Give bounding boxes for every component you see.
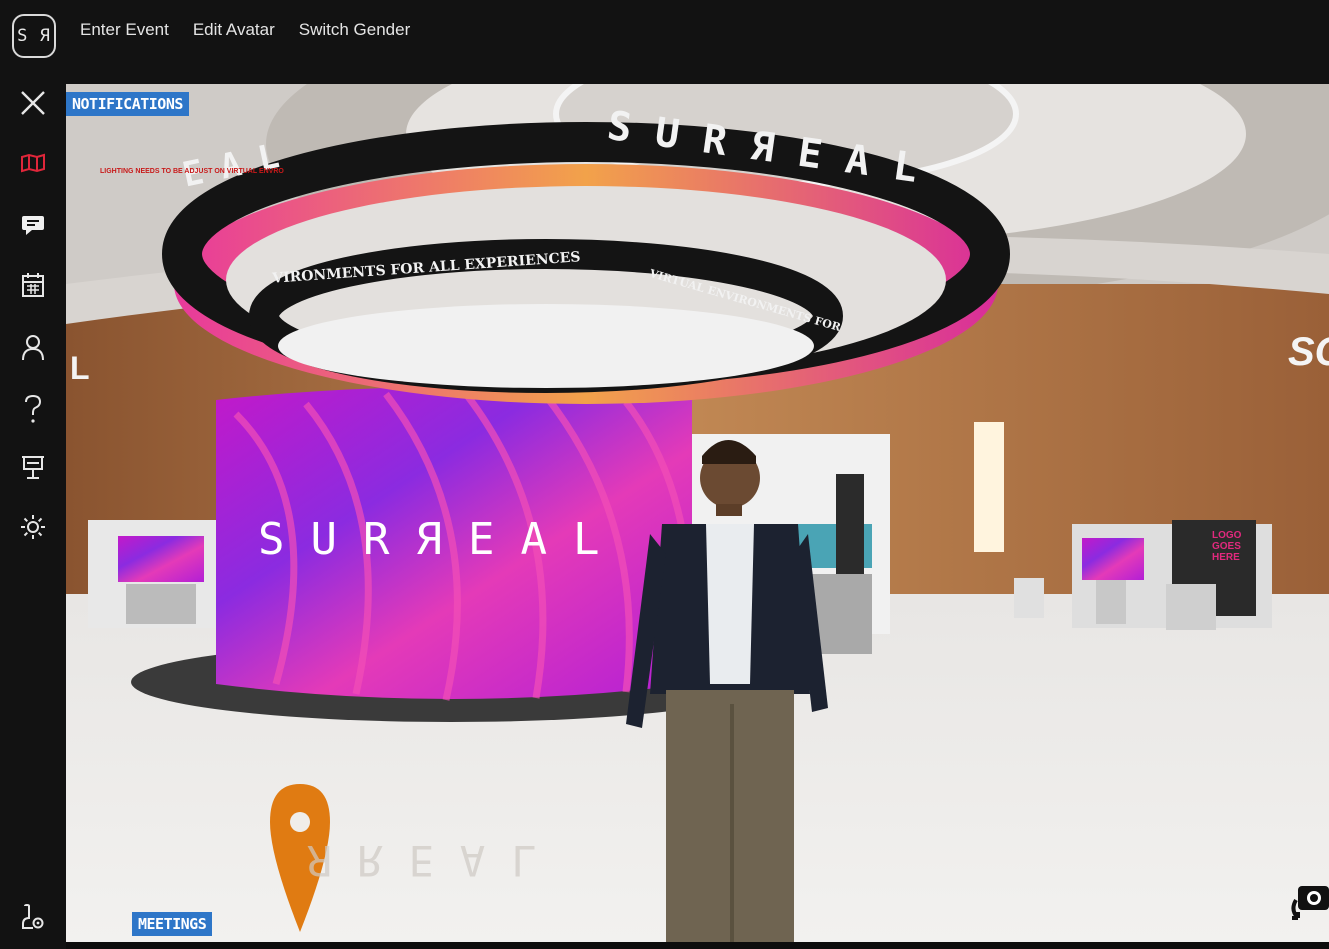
scene-render: [66, 84, 1329, 942]
user-icon[interactable]: [14, 330, 52, 364]
floor-reflection-text: ЯREAL: [306, 836, 563, 885]
switch-gender-button[interactable]: Switch Gender: [299, 20, 411, 40]
right-wall-text: SC: [1288, 330, 1329, 374]
close-icon[interactable]: [14, 86, 52, 120]
app-logo[interactable]: S Я: [12, 14, 56, 58]
sidebar: [0, 84, 66, 949]
enter-event-button[interactable]: Enter Event: [80, 20, 169, 40]
notification-ticker: LIGHTING NEEDS TO BE ADJUST ON VIRTUAL E…: [100, 168, 284, 175]
brightness-icon[interactable]: [14, 510, 52, 544]
camera-icon[interactable]: [1288, 880, 1329, 926]
left-wall-text: L: [70, 350, 90, 386]
meetings-tab[interactable]: MEETINGS: [132, 912, 213, 936]
settings-user-icon[interactable]: [14, 900, 52, 934]
notifications-tab[interactable]: NOTIFICATIONS: [66, 92, 189, 116]
booth-logo-text: LOGO GOES HERE: [1212, 530, 1242, 563]
map-icon[interactable]: [14, 146, 52, 180]
chat-icon[interactable]: [14, 208, 52, 242]
presentation-icon[interactable]: [14, 450, 52, 484]
bottom-edge: [66, 942, 1329, 949]
top-menu: Enter Event Edit Avatar Switch Gender: [80, 20, 410, 40]
top-bar: S Я Enter Event Edit Avatar Switch Gende…: [0, 0, 1329, 84]
wall-brand-text: SURЯEAL: [258, 514, 626, 565]
help-icon[interactable]: [14, 392, 52, 426]
virtual-event-viewport[interactable]: SURЯEAL EAL VIRONMENTS FOR ALL EXPERIENC…: [66, 84, 1329, 942]
edit-avatar-button[interactable]: Edit Avatar: [193, 20, 275, 40]
calendar-icon[interactable]: [14, 268, 52, 302]
